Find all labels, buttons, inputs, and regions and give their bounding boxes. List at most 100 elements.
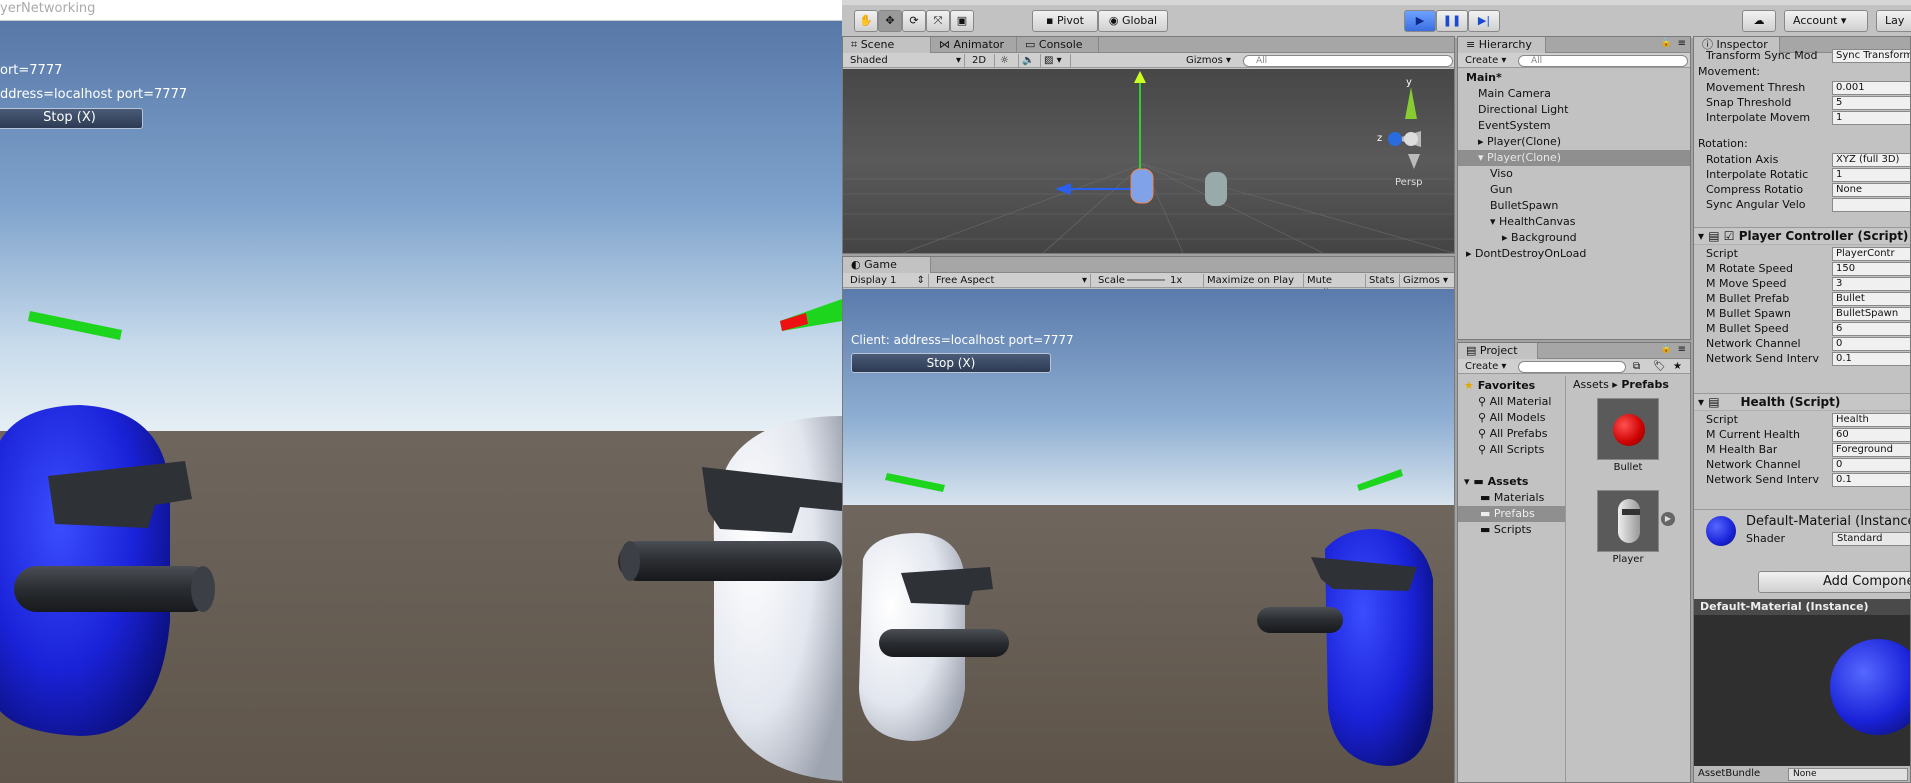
stats-toggle[interactable]: Stats	[1365, 274, 1399, 287]
hierarchy-item[interactable]: ▸ Player(Clone)	[1458, 134, 1690, 150]
hierarchy-item[interactable]: Directional Light	[1458, 102, 1690, 118]
favorite-all-prefabs[interactable]: ⚲ All Prefabs	[1478, 426, 1548, 442]
property-value[interactable]: None	[1832, 183, 1910, 197]
hierarchy-item[interactable]: Main Camera	[1458, 86, 1690, 102]
property-value[interactable]: 3	[1832, 277, 1910, 291]
property-value[interactable]: 0	[1832, 337, 1910, 351]
project-search-input[interactable]	[1518, 361, 1626, 373]
lighting-icon[interactable]: ☼	[997, 54, 1019, 67]
2d-toggle[interactable]: 2D	[969, 54, 995, 67]
property-value[interactable]: 60	[1832, 428, 1910, 442]
tab-animator[interactable]: ⋈ Animator	[931, 37, 1017, 53]
audio-icon[interactable]: 🔈	[1019, 54, 1041, 67]
global-toggle[interactable]: ◉ Global	[1098, 10, 1168, 32]
property-value[interactable]: Foreground	[1832, 443, 1910, 457]
display-dropdown[interactable]: Display 1 ⇕	[847, 274, 929, 287]
maximize-on-play-toggle[interactable]: Maximize on Play	[1203, 274, 1303, 287]
player-controller-header[interactable]: ▾ ▤ ☑ Player Controller (Script)	[1694, 227, 1910, 245]
game-gizmos-dropdown[interactable]: Gizmos ▾	[1399, 274, 1453, 287]
cloud-button[interactable]: ☁	[1742, 10, 1776, 32]
scene-search-input[interactable]: All	[1243, 55, 1453, 67]
property-value[interactable]: 0.1	[1832, 473, 1910, 487]
move-tool-icon[interactable]: ✥	[878, 10, 902, 32]
tab-game[interactable]: ◐ Game	[843, 257, 931, 273]
hierarchy-item[interactable]: ▸ Background	[1458, 230, 1690, 246]
expand-prefab-icon[interactable]: ▶	[1661, 512, 1675, 526]
project-lock-icon[interactable]: 🔒	[1661, 344, 1672, 354]
shader-dropdown[interactable]: Standard	[1832, 532, 1910, 546]
player-prefab-label: Player	[1612, 554, 1644, 565]
property-label: Compress Rotatio	[1706, 183, 1804, 196]
shading-dropdown[interactable]: Shaded ▾	[847, 54, 965, 67]
lock-icon[interactable]: 🔒	[1661, 38, 1672, 48]
tab-project[interactable]: ▤ Project	[1458, 343, 1538, 359]
scale-tool-icon[interactable]: ⤧	[926, 10, 950, 32]
tab-scene[interactable]: ⌗ Scene	[843, 37, 931, 53]
bullet-prefab-thumb[interactable]	[1597, 398, 1659, 460]
hierarchy-create-button[interactable]: Create ▾	[1462, 54, 1512, 67]
hierarchy-search-input[interactable]: All	[1518, 55, 1688, 67]
layers-dropdown[interactable]: Lay	[1876, 10, 1911, 32]
hierarchy-item[interactable]: Gun	[1458, 182, 1690, 198]
favorite-all-models[interactable]: ⚲ All Models	[1478, 410, 1545, 426]
play-button[interactable]: ▶	[1404, 10, 1436, 32]
project-create-button[interactable]: Create ▾	[1462, 360, 1512, 373]
favorite-all-scripts[interactable]: ⚲ All Scripts	[1478, 442, 1544, 458]
hand-tool-icon[interactable]: ✋	[854, 10, 878, 32]
property-value[interactable]: Health	[1832, 413, 1910, 427]
player-prefab-thumb[interactable]	[1597, 490, 1659, 552]
property-value[interactable]: BulletSpawn	[1832, 307, 1910, 321]
tab-hierarchy[interactable]: ≡ Hierarchy	[1458, 37, 1546, 53]
filter-label-icon[interactable]: 🏷	[1650, 360, 1668, 373]
scale-slider[interactable]	[1127, 279, 1165, 281]
property-value[interactable]: 5	[1832, 96, 1910, 110]
hierarchy-item[interactable]: ▾ HealthCanvas	[1458, 214, 1690, 230]
hierarchy-item[interactable]: Viso	[1458, 166, 1690, 182]
folder-prefabs[interactable]: ▬ Prefabs	[1458, 506, 1565, 522]
property-value[interactable]: 0.001	[1832, 81, 1910, 95]
transform-sync-mode-value[interactable]: Sync Transform	[1832, 49, 1910, 63]
panel-menu-icon[interactable]: ≡	[1678, 38, 1686, 49]
pause-button[interactable]: ❚❚	[1436, 10, 1468, 32]
rect-tool-icon[interactable]: ▣	[950, 10, 974, 32]
property-value[interactable]: 0.1	[1832, 352, 1910, 366]
property-value[interactable]: XYZ (full 3D)	[1832, 153, 1910, 167]
transform-sync-mode-label: Transform Sync Mod	[1706, 49, 1818, 62]
mute-audio-toggle[interactable]: Mute audio	[1303, 274, 1365, 299]
project-menu-icon[interactable]: ≡	[1678, 344, 1686, 355]
aspect-dropdown[interactable]: Free Aspect ▾	[933, 274, 1091, 287]
property-value[interactable]	[1832, 198, 1910, 212]
property-value[interactable]: Bullet	[1832, 292, 1910, 306]
filter-type-icon[interactable]: ⧉	[1630, 360, 1648, 373]
scene-root-item[interactable]: Main*	[1458, 70, 1690, 86]
step-button[interactable]: ▶|	[1468, 10, 1500, 32]
hierarchy-item[interactable]: ▾ Player(Clone)	[1458, 150, 1690, 166]
property-value[interactable]: PlayerContr	[1832, 247, 1910, 261]
assetbundle-dropdown[interactable]: None	[1788, 768, 1908, 781]
account-dropdown[interactable]: Account ▾	[1784, 10, 1868, 32]
gizmos-dropdown[interactable]: Gizmos ▾	[1183, 54, 1235, 67]
rotate-tool-icon[interactable]: ⟳	[902, 10, 926, 32]
enabled-checkbox[interactable]: ☑	[1724, 229, 1735, 243]
add-component-button[interactable]: Add Componen	[1758, 571, 1910, 593]
effects-icon[interactable]: ▨ ▾	[1041, 54, 1071, 67]
health-script-header[interactable]: ▾ ▤ Health (Script)	[1694, 393, 1910, 411]
health-bar-left	[28, 311, 122, 340]
favorite-all-materials[interactable]: ⚲ All Material	[1478, 394, 1551, 410]
folder-scripts[interactable]: ▬ Scripts	[1480, 522, 1532, 538]
folder-materials[interactable]: ▬ Materials	[1480, 490, 1544, 506]
pivot-toggle[interactable]: ▪ Pivot	[1032, 10, 1098, 32]
favorites-header[interactable]: ★ Favorites	[1464, 378, 1535, 394]
property-value[interactable]: 1	[1832, 168, 1910, 182]
property-value[interactable]: 6	[1832, 322, 1910, 336]
favorite-star-icon[interactable]: ★	[1670, 360, 1688, 373]
tab-console[interactable]: ▭ Console	[1017, 37, 1099, 53]
hierarchy-item[interactable]: ▸ DontDestroyOnLoad	[1458, 246, 1690, 262]
hierarchy-item[interactable]: EventSystem	[1458, 118, 1690, 134]
axis-y-label: y	[1406, 77, 1412, 88]
property-value[interactable]: 0	[1832, 458, 1910, 472]
hierarchy-item[interactable]: BulletSpawn	[1458, 198, 1690, 214]
property-value[interactable]: 150	[1832, 262, 1910, 276]
property-value[interactable]: 1	[1832, 111, 1910, 125]
assets-root[interactable]: ▾ ▬ Assets	[1464, 474, 1528, 490]
